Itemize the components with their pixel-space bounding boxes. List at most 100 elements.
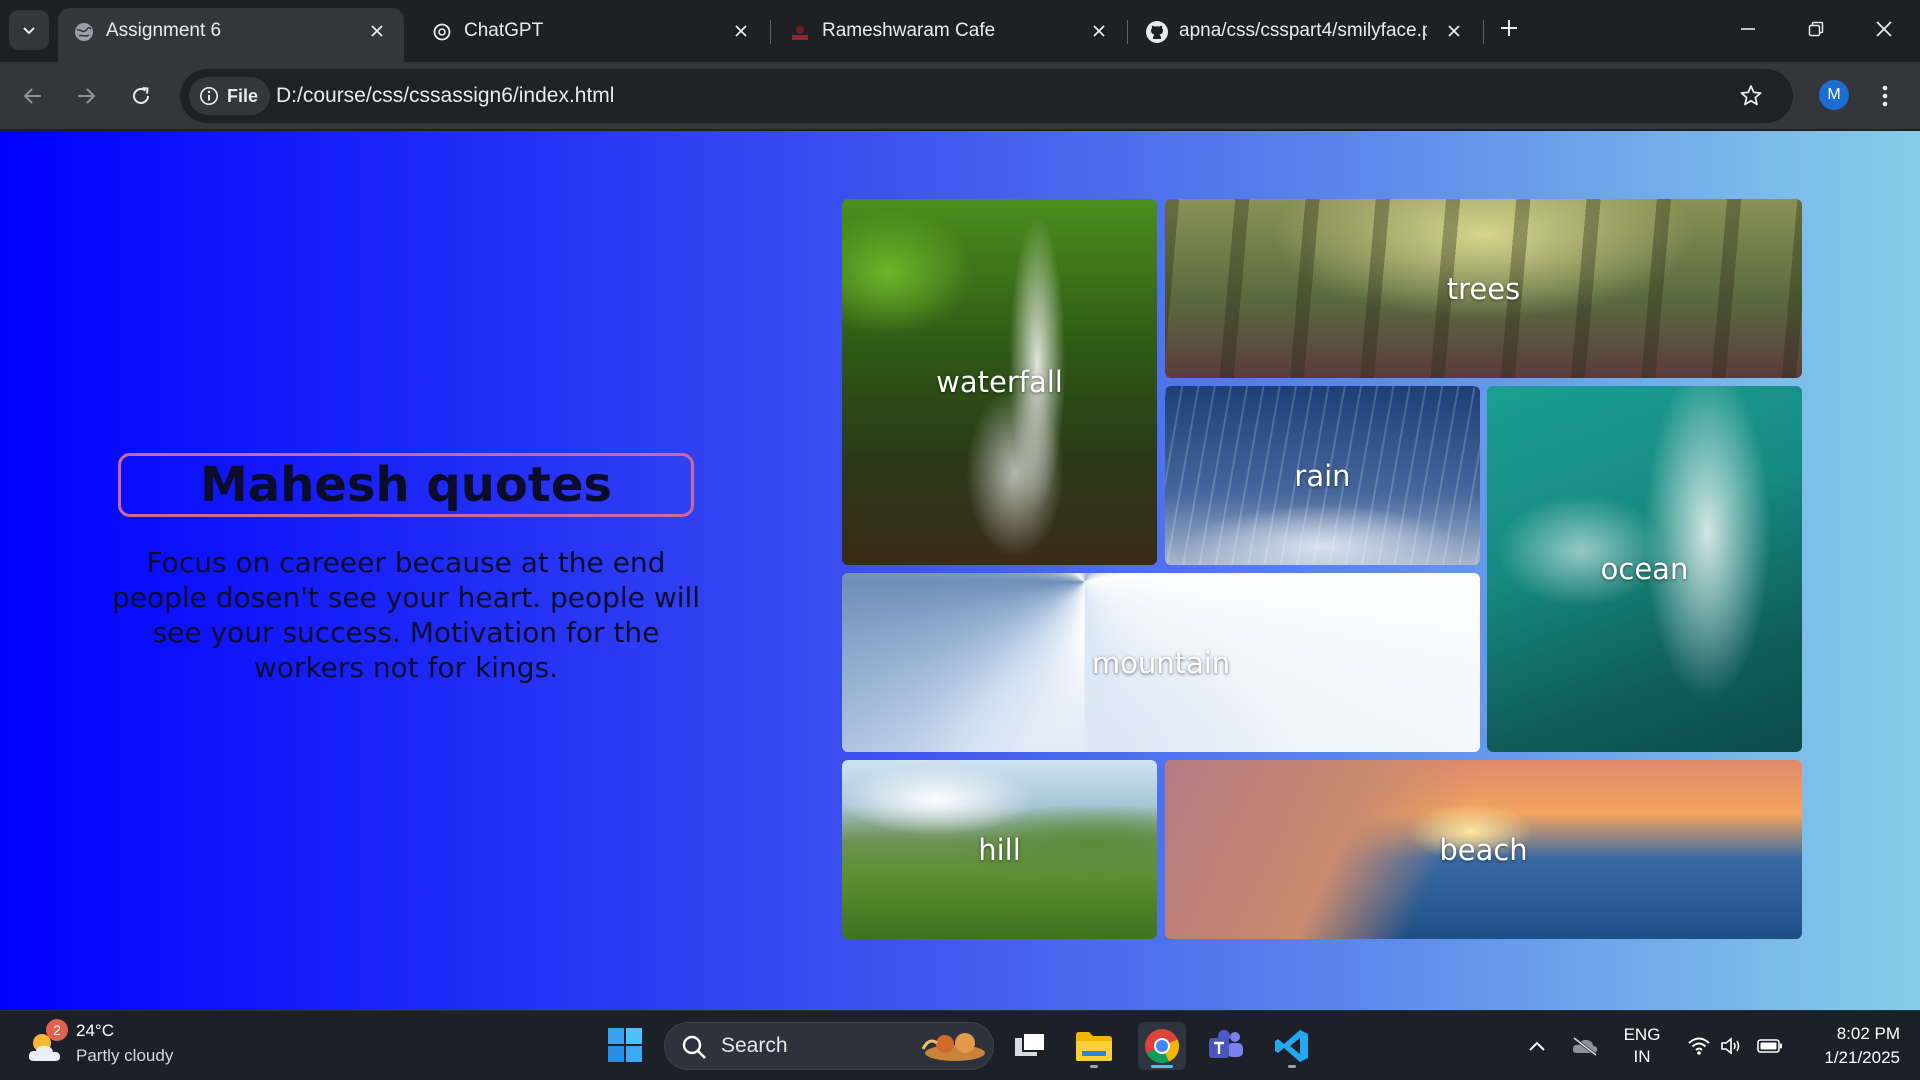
tile-label: rain	[1294, 458, 1351, 493]
more-vert-icon	[1882, 85, 1888, 107]
chevron-up-icon	[1529, 1041, 1545, 1051]
arrow-right-icon	[78, 88, 96, 104]
close-tab-icon[interactable]	[728, 18, 754, 44]
chatgpt-icon	[430, 20, 454, 44]
arrow-left-icon	[23, 88, 41, 104]
gallery-tile-waterfall: waterfall	[842, 199, 1157, 565]
tile-label: trees	[1446, 271, 1521, 306]
reload-button[interactable]	[121, 76, 161, 116]
tile-label: ocean	[1600, 552, 1689, 586]
speaker-icon	[1721, 1037, 1740, 1055]
onedrive-button[interactable]	[1568, 1011, 1602, 1080]
tab-chatgpt[interactable]: ChatGPT	[416, 8, 762, 62]
tab-github-smilyface[interactable]: apna/css/csspart4/smilyface.png	[1131, 8, 1485, 62]
language-code: ENG	[1623, 1025, 1661, 1044]
clock-date: 1/21/2025	[1824, 1048, 1900, 1067]
battery-status[interactable]	[1754, 1011, 1786, 1080]
restore-icon	[1808, 21, 1824, 37]
url-text[interactable]: D:/course/css/cssassign6/index.html	[276, 69, 614, 123]
back-button[interactable]	[13, 76, 53, 116]
browser-tab-strip: Assignment 6 ChatGPT Rameshwaram Cafe ap…	[0, 0, 1920, 62]
region-code: IN	[1633, 1047, 1651, 1066]
clock-time: 8:02 PM	[1836, 1024, 1900, 1043]
running-indicator	[1288, 1065, 1296, 1068]
github-icon	[1145, 20, 1169, 44]
cloud-offline-icon	[1572, 1036, 1598, 1056]
gallery-tile-rain: rain	[1165, 386, 1480, 565]
show-hidden-icons-button[interactable]	[1522, 1011, 1552, 1080]
windows-taskbar: 2 24°C Partly cloudy Search ENG IN 8:02 …	[0, 1010, 1920, 1080]
forward-button[interactable]	[66, 76, 106, 116]
chrome-button[interactable]	[1138, 1022, 1186, 1070]
address-bar[interactable]: File D:/course/css/cssassign6/index.html	[180, 69, 1793, 123]
close-window-button[interactable]	[1850, 0, 1918, 58]
search-label: Search	[721, 1034, 788, 1057]
tab-divider	[770, 20, 771, 44]
browser-menu-button[interactable]	[1870, 76, 1900, 116]
restore-button[interactable]	[1782, 0, 1850, 58]
chrome-icon	[1145, 1029, 1180, 1064]
system-clock[interactable]: 8:02 PM 1/21/2025	[1800, 1022, 1900, 1070]
vscode-button[interactable]	[1268, 1022, 1316, 1070]
tile-label: mountain	[1091, 645, 1231, 680]
battery-icon	[1757, 1039, 1782, 1053]
close-tab-icon[interactable]	[1441, 18, 1467, 44]
active-indicator	[1151, 1065, 1173, 1068]
cafe-favicon-icon	[788, 20, 812, 44]
gallery-tile-beach: beach	[1165, 760, 1802, 939]
file-explorer-button[interactable]	[1070, 1022, 1118, 1070]
bookmark-button[interactable]	[1737, 82, 1765, 110]
tile-label: waterfall	[936, 365, 1063, 399]
tab-rameshwaram-cafe[interactable]: Rameshwaram Cafe	[774, 8, 1120, 62]
close-icon	[1876, 21, 1892, 37]
running-indicator	[1090, 1065, 1098, 1068]
task-view-icon	[1015, 1032, 1046, 1056]
site-info-chip[interactable]: File	[189, 77, 271, 115]
teams-button[interactable]	[1202, 1022, 1250, 1070]
quote-text: Focus on careeer because at the end peop…	[111, 546, 701, 684]
search-icon	[682, 1035, 706, 1059]
tile-label: beach	[1439, 832, 1528, 867]
minimize-button[interactable]	[1714, 0, 1782, 58]
tab-search-button[interactable]	[9, 10, 49, 50]
notification-badge: 2	[46, 1019, 68, 1041]
minimize-icon	[1741, 28, 1755, 30]
input-language-indicator[interactable]: ENG IN	[1620, 1024, 1664, 1068]
new-tab-button[interactable]	[1493, 12, 1525, 44]
search-highlight-icon	[921, 1033, 985, 1061]
close-tab-icon[interactable]	[1086, 18, 1112, 44]
info-icon	[199, 86, 219, 106]
gallery-tile-trees: trees	[1165, 199, 1802, 378]
browser-toolbar: File D:/course/css/cssassign6/index.html…	[0, 62, 1920, 130]
reload-icon	[133, 87, 149, 104]
web-page: Mahesh quotes Focus on careeer because a…	[0, 131, 1920, 1010]
tab-title: apna/css/csspart4/smilyface.png	[1179, 20, 1427, 41]
taskbar-search[interactable]: Search	[664, 1022, 994, 1070]
chevron-down-icon	[23, 27, 35, 35]
task-view-button[interactable]	[1006, 1022, 1054, 1070]
gallery-tile-ocean: ocean	[1487, 386, 1802, 752]
gallery-tile-mountain: mountain	[842, 573, 1480, 752]
plus-icon	[1501, 20, 1517, 36]
tab-divider	[1483, 20, 1484, 44]
weather-condition: Partly cloudy	[76, 1046, 174, 1065]
tab-title: Assignment 6	[106, 20, 222, 41]
wifi-icon	[1688, 1037, 1710, 1055]
weather-temperature: 24°C	[76, 1021, 114, 1040]
gallery-tile-hill: hill	[842, 760, 1157, 939]
star-icon	[1740, 85, 1762, 106]
windows-logo-icon	[608, 1028, 642, 1062]
wifi-status[interactable]	[1684, 1011, 1714, 1080]
site-info-label: File	[227, 85, 259, 106]
tab-title: ChatGPT	[464, 20, 544, 41]
globe-icon	[72, 20, 96, 44]
page-title: Mahesh quotes	[118, 453, 694, 517]
close-tab-icon[interactable]	[364, 18, 390, 44]
profile-avatar[interactable]: M	[1819, 80, 1849, 110]
tab-divider	[1127, 20, 1128, 44]
tab-title: Rameshwaram Cafe	[822, 20, 996, 41]
start-button[interactable]	[607, 1027, 643, 1063]
volume-control[interactable]	[1716, 1011, 1746, 1080]
teams-icon	[1209, 1030, 1243, 1058]
tab-assignment-6[interactable]: Assignment 6	[58, 8, 404, 62]
